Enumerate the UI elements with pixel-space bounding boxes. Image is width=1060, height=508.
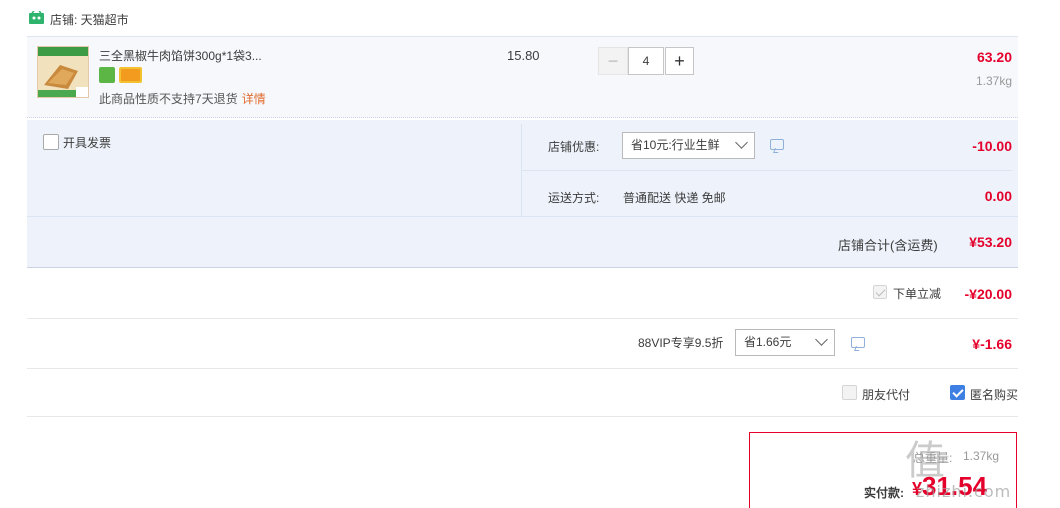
shop-promo-amount: -10.00	[972, 138, 1012, 154]
actual-payment-label: 实付款:	[864, 486, 904, 500]
shipping-amount: 0.00	[984, 188, 1012, 204]
return-policy-text: 此商品性质不支持7天退货	[99, 92, 238, 106]
friend-pay-checkbox[interactable]	[842, 385, 857, 400]
shop-total-label: 店铺合计(含运费)	[838, 238, 938, 253]
tmall-shop-icon	[29, 11, 44, 24]
panel-divider	[522, 170, 1012, 171]
quantity-decrease-button[interactable]: −	[598, 47, 628, 75]
message-icon[interactable]	[851, 337, 865, 348]
quantity-increase-button[interactable]: +	[665, 47, 694, 75]
shipping-method: 普通配送 快递 免邮	[623, 191, 726, 205]
invoice-label[interactable]: 开具发票	[63, 134, 111, 151]
vip-discount-select[interactable]: 省1.66元	[735, 329, 835, 356]
chevron-down-icon	[815, 333, 828, 346]
product-thumbnail[interactable]	[37, 46, 89, 98]
quantity-input[interactable]: 4	[628, 47, 664, 75]
panel-divider	[27, 216, 1018, 217]
return-policy-note: 此商品性质不支持7天退货 详情	[99, 90, 266, 107]
row-divider	[27, 368, 1018, 369]
vip-discount-amount: ¥-1.66	[972, 336, 1012, 352]
vip-discount-label: 88VIP专享9.5折	[638, 336, 724, 350]
total-weight-value: 1.37kg	[963, 449, 1000, 463]
row-divider	[27, 318, 1018, 319]
anonymous-purchase-label[interactable]: 匿名购买	[970, 386, 1018, 403]
shop-promo-value: 省10元:行业生鲜	[631, 138, 720, 152]
instant-discount-checkbox[interactable]	[873, 285, 887, 299]
shop-promo-select[interactable]: 省10元:行业生鲜	[622, 132, 755, 159]
vip-discount-value: 省1.66元	[744, 335, 792, 349]
shop-total-amount: ¥53.20	[969, 234, 1012, 250]
shop-promo-label: 店铺优惠:	[548, 140, 600, 154]
line-total: 63.20	[976, 49, 1012, 65]
invoice-checkbox[interactable]	[43, 134, 59, 150]
friend-pay-label[interactable]: 朋友代付	[862, 386, 910, 403]
anonymous-purchase-checkbox[interactable]	[950, 385, 965, 400]
row-divider	[27, 416, 1018, 417]
instant-discount-label: 下单立减	[893, 287, 942, 301]
instant-discount-amount: -¥20.00	[964, 286, 1012, 302]
details-link[interactable]: 详情	[242, 92, 266, 106]
item-weight: 1.37kg	[975, 74, 1012, 88]
watermark-text: zhizhi.com	[916, 482, 1012, 501]
watermark-logo: 值	[905, 438, 947, 484]
unit-price: 15.80	[507, 48, 540, 63]
shop-name[interactable]: 店铺: 天猫超市	[50, 11, 129, 28]
product-title[interactable]: 三全黑椒牛肉馅饼300g*1袋3...	[99, 47, 262, 64]
message-icon[interactable]	[770, 139, 784, 150]
chevron-down-icon	[735, 136, 748, 149]
card-badge-icon	[119, 67, 142, 83]
service-badge-icon	[99, 67, 115, 83]
shipping-label: 运送方式:	[548, 191, 600, 205]
